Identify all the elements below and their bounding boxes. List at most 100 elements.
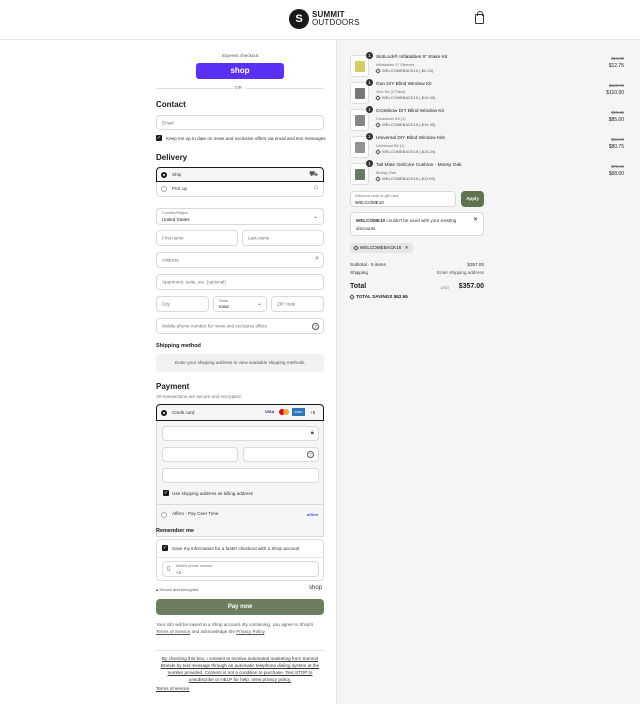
save-info-label: Save my information for a faster checkou… bbox=[172, 546, 300, 551]
help-icon[interactable]: ? bbox=[312, 323, 319, 330]
pickup-radio[interactable] bbox=[161, 186, 167, 192]
savings-value: $62.95 bbox=[393, 294, 408, 299]
state-select[interactable]: State Iowa ⌄ bbox=[213, 296, 267, 312]
secure-text: Secure and encrypted bbox=[159, 587, 199, 592]
remove-discount-icon[interactable]: ✕ bbox=[405, 245, 409, 250]
payment-heading: Payment bbox=[156, 382, 190, 391]
close-icon[interactable]: ✕ bbox=[473, 216, 478, 223]
payment-subtitle: All transactions are secure and encrypte… bbox=[156, 394, 242, 399]
name-on-card-field[interactable] bbox=[162, 468, 319, 483]
item-discount: WELCOMEBACK15 (-$14.24) bbox=[375, 149, 436, 155]
apply-discount-button[interactable]: Apply bbox=[461, 191, 484, 207]
address-placeholder: Address bbox=[162, 257, 179, 263]
discount-error-line1: WELCOME10 couldn't be used with your exi… bbox=[356, 218, 456, 223]
item-price: $12.75 bbox=[608, 63, 624, 69]
product-thumbnail bbox=[350, 136, 369, 158]
shop-privacy-link[interactable]: Privacy Policy bbox=[236, 629, 264, 634]
city-field[interactable]: City bbox=[156, 296, 209, 312]
newsletter-checkbox[interactable]: ✓ bbox=[156, 135, 162, 141]
item-price: $80.75 bbox=[608, 144, 624, 150]
page-header: S SUMMIT OUTDOORS bbox=[0, 0, 640, 40]
search-icon: ⌕ bbox=[315, 255, 319, 262]
pay-now-button[interactable]: Pay now bbox=[156, 599, 324, 615]
ship-option[interactable]: Ship ⛟ bbox=[156, 167, 324, 182]
pickup-label: Pick up bbox=[172, 186, 188, 191]
quantity-badge: 1 bbox=[366, 106, 373, 113]
affirm-radio[interactable] bbox=[161, 512, 167, 518]
address-field[interactable]: Address ⌕ bbox=[156, 252, 324, 268]
tag-icon bbox=[349, 293, 355, 300]
product-name: Gun DIY Blind Window Kit bbox=[376, 82, 432, 87]
line-item: 1 Gun DIY Blind Window Kit Gun Kit (2 Pack… bbox=[350, 79, 624, 104]
tag-icon bbox=[375, 149, 381, 155]
currency-label: USD bbox=[440, 285, 449, 290]
last-name-placeholder: Last name bbox=[248, 235, 270, 241]
ship-label: Ship bbox=[172, 172, 182, 177]
apartment-field[interactable]: Apartment, suite, etc. (optional) bbox=[156, 274, 324, 290]
quantity-badge: 1 bbox=[366, 133, 373, 140]
save-info-checkbox[interactable]: ✓ bbox=[162, 545, 168, 551]
first-name-field[interactable]: First name bbox=[156, 230, 238, 246]
product-thumbnail bbox=[350, 82, 369, 104]
express-checkout-label: Express checkout bbox=[222, 53, 259, 58]
help-icon[interactable]: ? bbox=[307, 451, 314, 458]
ship-radio[interactable] bbox=[161, 172, 167, 178]
shop-pay-button[interactable]: shop bbox=[196, 63, 284, 79]
item-discount: WELCOMEBACK15 (-$14.99) bbox=[375, 122, 436, 128]
item-discount-text: WELCOMEBACK15 (-$14.24) bbox=[382, 149, 436, 154]
product-thumbnail bbox=[350, 109, 369, 131]
applied-discount-tag: WELCOMEBACK15 ✕ bbox=[350, 243, 413, 253]
consent-and: and acknowledge the bbox=[191, 629, 235, 634]
or-divider-label: OR bbox=[235, 85, 242, 90]
shop-consent-line2: Terms of Service and acknowledge the Pri… bbox=[156, 629, 266, 634]
billing-same-checkbox[interactable]: ✓ bbox=[163, 490, 169, 496]
credit-card-option[interactable]: Credit card VISA AMEX +5 bbox=[156, 404, 324, 421]
item-discount-text: WELCOMEBACK15 (-$14.99) bbox=[382, 122, 436, 127]
delivery-heading: Delivery bbox=[156, 153, 188, 162]
shop-terms-link[interactable]: Terms of Service bbox=[156, 629, 190, 634]
zip-field[interactable]: ZIP code bbox=[271, 296, 324, 312]
more-cards-label: +5 bbox=[310, 410, 316, 415]
compare-at-price: $79.99 bbox=[611, 164, 624, 169]
card-details-panel: 🔒︎ ? ✓ Use shipping address as billing a… bbox=[156, 421, 324, 537]
billing-same-label: Use shipping address as billing address bbox=[172, 491, 253, 496]
product-variant: Inflatables 9" Sleeves bbox=[376, 62, 415, 67]
store-icon: ⌂ bbox=[313, 184, 318, 191]
card-number-field[interactable]: 🔒︎ bbox=[162, 426, 319, 441]
country-label: Country/Region bbox=[162, 211, 189, 215]
pickup-option[interactable]: Pick up ⌂ bbox=[156, 182, 324, 197]
lock-icon: 🔒︎ bbox=[156, 587, 159, 592]
discount-field-label: Discount code or gift card bbox=[355, 194, 399, 198]
tag-icon bbox=[375, 122, 381, 128]
tag-icon bbox=[375, 176, 381, 182]
mobile-phone-icon: ▯ bbox=[167, 566, 171, 572]
expiration-field[interactable] bbox=[162, 447, 238, 462]
line-item: 1 Tail Mate GelCore Cushion - Mossy Oak Mo… bbox=[350, 160, 624, 185]
divider-right bbox=[246, 88, 324, 89]
shop-phone-field[interactable]: ▯ Mobile phone number +1 bbox=[162, 561, 319, 577]
item-discount-text: WELCOMEBACK15 (-$2.24) bbox=[382, 68, 434, 73]
item-discount-text: WELCOMEBACK15 (-$19.49) bbox=[382, 95, 436, 100]
applied-discount-code: WELCOMEBACK15 bbox=[360, 245, 402, 250]
sms-consent-text[interactable]: By checking this box, I consent to recei… bbox=[156, 655, 324, 683]
zip-placeholder: ZIP code bbox=[277, 301, 296, 307]
email-placeholder: Email bbox=[162, 120, 174, 125]
credit-card-radio[interactable] bbox=[161, 410, 167, 416]
terms-of-service-link[interactable]: Terms of service bbox=[156, 686, 189, 691]
phone-field[interactable]: Mobile phone number for news and exclusi… bbox=[156, 318, 324, 334]
security-code-field[interactable]: ? bbox=[243, 447, 319, 462]
shop-consent-line1: Your info will be saved to a Shop accoun… bbox=[156, 622, 314, 627]
newsletter-label: Keep me up to date on news and exclusive… bbox=[166, 136, 326, 141]
country-select[interactable]: Country/Region United States ⌄ bbox=[156, 208, 324, 225]
shop-phone-label: Mobile phone number bbox=[176, 564, 213, 568]
discount-code-field[interactable]: Discount code or gift card WELCOME10 bbox=[350, 191, 456, 207]
tag-icon bbox=[375, 95, 381, 101]
chevron-down-icon: ⌄ bbox=[256, 301, 262, 307]
email-field[interactable]: Email bbox=[156, 115, 324, 130]
brand-logo[interactable]: S SUMMIT OUTDOORS bbox=[289, 9, 360, 29]
truck-icon: ⛟ bbox=[309, 171, 318, 178]
total-value: $357.00 bbox=[458, 283, 484, 290]
shopping-bag-icon[interactable] bbox=[475, 11, 484, 24]
last-name-field[interactable]: Last name bbox=[242, 230, 324, 246]
discount-error-banner: WELCOME10 couldn't be used with your exi… bbox=[350, 212, 484, 236]
